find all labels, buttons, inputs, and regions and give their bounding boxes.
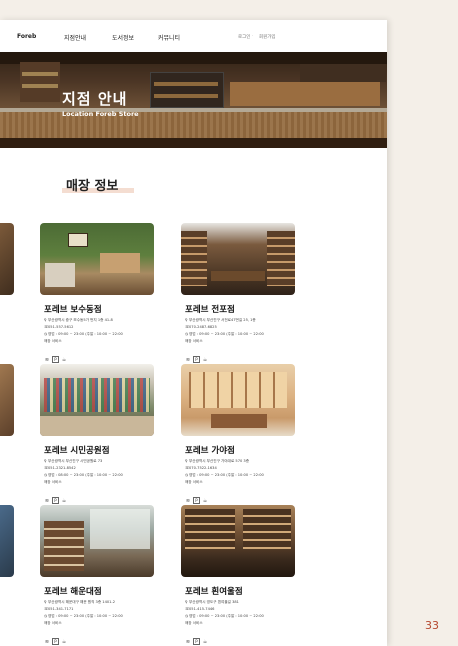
store-address: ⚲부산광역시 부산진구 서전로47번길 25, 1층 — [185, 318, 256, 322]
page-number: 33 — [425, 619, 439, 632]
hero-subtitle: Location Foreb Store — [62, 110, 139, 118]
store-image-haeundae[interactable] — [40, 505, 154, 577]
frame-decor — [68, 233, 88, 247]
wifi-icon: ≋ — [185, 498, 191, 504]
parking-icon: P — [52, 497, 59, 504]
store-services: ≋ P ☕ — [185, 487, 210, 504]
store-name[interactable]: 포레브 가야점 — [185, 444, 235, 456]
store-phone: ☏051-557-5612 — [44, 325, 74, 329]
store-image-partial[interactable] — [0, 505, 14, 577]
cafe-icon: ☕ — [61, 639, 67, 645]
parking-icon: P — [52, 638, 59, 645]
nav-item-community[interactable]: 커뮤니티 — [158, 33, 180, 42]
store-services-label: 매장 서비스 — [185, 480, 203, 484]
parking-icon: P — [193, 356, 200, 363]
top-nav: Foreb 지점안내 도서정보 커뮤니티 로그인 · 회원가입 — [0, 20, 387, 52]
bookshelf-decor — [243, 509, 291, 549]
store-services-label: 매장 서비스 — [44, 480, 62, 484]
store-image-partial[interactable] — [0, 364, 14, 436]
table-decor — [40, 416, 154, 436]
hero-banner: 지점 안내 Location Foreb Store — [0, 52, 387, 148]
store-hours: ◷영업 : 09:00 ~ 23:00 (주말 : 10:00 ~ 22:00 — [185, 614, 264, 618]
bookshelf-decor — [189, 372, 287, 408]
store-services-label: 매장 서비스 — [44, 339, 62, 343]
store-image-partial[interactable] — [0, 223, 14, 295]
store-services: ≋ P ☕ — [44, 628, 69, 645]
nav-item-locations[interactable]: 지점안내 — [64, 33, 86, 42]
bookshelf-decor — [44, 521, 84, 571]
window-decor — [90, 509, 150, 549]
website-page: Foreb 지점안내 도서정보 커뮤니티 로그인 · 회원가입 지점 안내 Lo… — [0, 20, 387, 646]
bookshelf-decor — [44, 378, 150, 412]
cafe-icon: ☕ — [202, 639, 208, 645]
parking-icon: P — [52, 356, 59, 363]
store-hours: ◷영업 : 09:00 ~ 23:00 (주말 : 10:00 ~ 22:00 — [44, 332, 123, 336]
parking-icon: P — [193, 638, 200, 645]
store-services: ≋ P ☕ — [185, 346, 210, 363]
store-phone: ☏051-415-7446 — [185, 607, 215, 611]
signup-link[interactable]: 회원가입 — [259, 34, 276, 40]
store-address: ⚲부산광역시 부산진구 가야대로 570 3층 — [185, 459, 250, 463]
store-services: ≋ P ☕ — [44, 346, 69, 363]
store-services: ≋ P ☕ — [185, 628, 210, 645]
store-address: ⚲부산광역시 해운대구 해운 원직 3층 1401-2 — [44, 600, 116, 604]
table-decor — [211, 271, 265, 281]
table-decor — [211, 414, 267, 428]
store-name[interactable]: 포레브 보수동점 — [44, 303, 102, 315]
cafe-icon: ☕ — [61, 357, 67, 363]
store-services: ≋ P ☕ — [44, 487, 69, 504]
store-name[interactable]: 포레브 전포점 — [185, 303, 235, 315]
store-image-simingongwon[interactable] — [40, 364, 154, 436]
store-hours: ◷영업 : 09:00 ~ 23:00 (주말 : 10:00 ~ 22:00 — [44, 614, 123, 618]
store-phone: ☏070-2487-6825 — [185, 325, 217, 329]
store-name[interactable]: 포레브 해운대점 — [44, 585, 102, 597]
bookshelf-decor — [267, 231, 295, 286]
wifi-icon: ≋ — [44, 498, 50, 504]
store-hours: ◷영업 : 09:00 ~ 23:00 (주말 : 10:00 ~ 22:00 — [185, 473, 264, 477]
bookshelf-decor — [181, 231, 207, 286]
store-phone: ☏070-7522-1634 — [185, 466, 217, 470]
store-image-jeonpo[interactable] — [181, 223, 295, 295]
bookshelf-decor — [185, 509, 235, 549]
store-services-label: 매장 서비스 — [185, 339, 203, 343]
store-name[interactable]: 포레브 흰여울점 — [185, 585, 243, 597]
parking-icon: P — [193, 497, 200, 504]
wifi-icon: ≋ — [44, 639, 50, 645]
store-image-bosudong[interactable] — [40, 223, 154, 295]
cafe-icon: ☕ — [202, 498, 208, 504]
store-image-gaya[interactable] — [181, 364, 295, 436]
nav-divider: · — [252, 34, 254, 39]
table-decor — [100, 253, 140, 273]
hero-title: 지점 안내 — [62, 90, 128, 108]
nav-item-books[interactable]: 도서정보 — [112, 33, 134, 42]
store-phone: ☏051-2321-8542 — [44, 466, 76, 470]
chair-decor — [45, 263, 75, 287]
wifi-icon: ≋ — [185, 639, 191, 645]
store-address: ⚲부산광역시 부산진구 시민공원로 73 — [44, 459, 103, 463]
logo[interactable]: Foreb — [17, 33, 36, 40]
wifi-icon: ≋ — [185, 357, 191, 363]
cafe-icon: ☕ — [61, 498, 67, 504]
store-services-label: 매장 서비스 — [44, 621, 62, 625]
store-image-huinyeoul[interactable] — [181, 505, 295, 577]
store-hours: ◷영업 : 09:00 ~ 23:00 (주말 : 10:00 ~ 22:00 — [185, 332, 264, 336]
store-hours: ◷영업 : 08:00 ~ 23:00 (주말 : 10:00 ~ 22:00 — [44, 473, 123, 477]
section-title: 매장 정보 — [66, 179, 119, 194]
store-phone: ☏051-341-7171 — [44, 607, 74, 611]
store-name[interactable]: 포레브 시민공원점 — [44, 444, 110, 456]
hero-overlay — [0, 52, 387, 148]
wifi-icon: ≋ — [44, 357, 50, 363]
store-services-label: 매장 서비스 — [185, 621, 203, 625]
store-address: ⚲부산광역시 중구 보수동5가 번지 1층 41-8 — [44, 318, 113, 322]
cafe-icon: ☕ — [202, 357, 208, 363]
store-address: ⚲부산광역시 영도구 흰여울길 381 — [185, 600, 239, 604]
login-link[interactable]: 로그인 — [238, 34, 250, 40]
